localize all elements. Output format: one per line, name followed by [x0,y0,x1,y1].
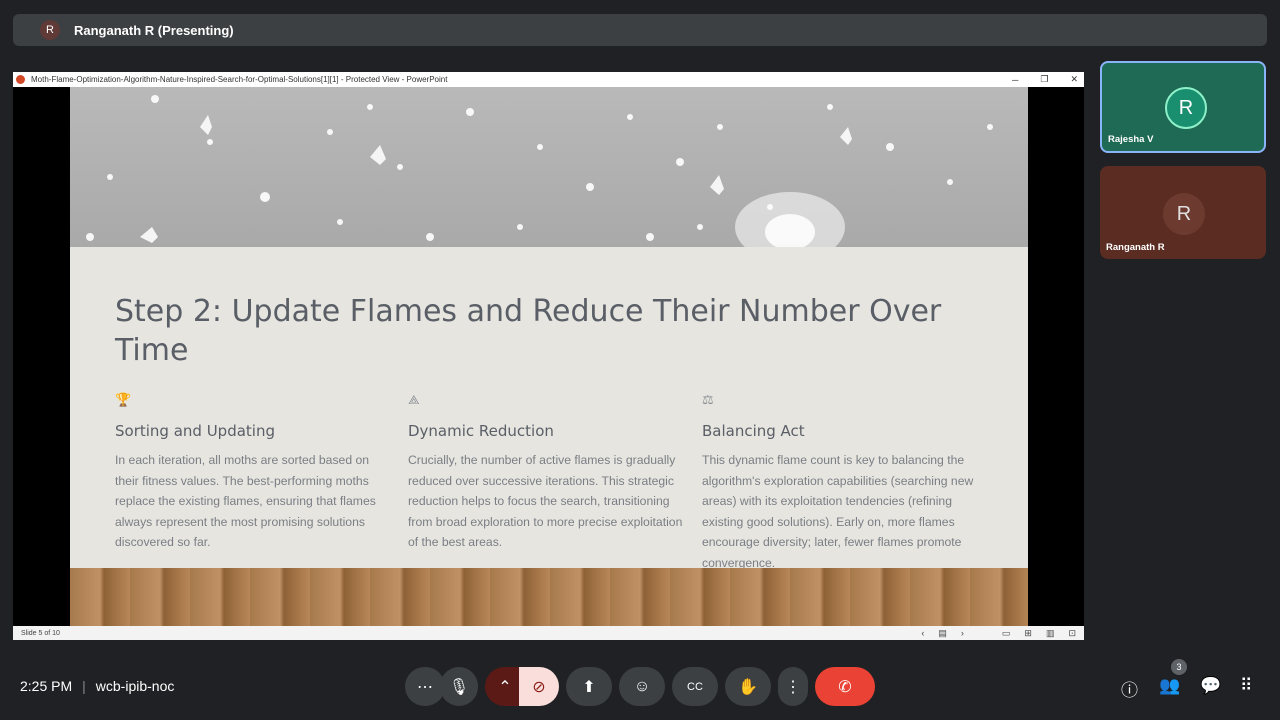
participant-tile[interactable]: R Ranganath R [1100,166,1266,259]
present-button[interactable]: ⬆ [566,667,612,706]
slide-title: Step 2: Update Flames and Reduce Their N… [115,294,942,368]
normal-view-icon[interactable]: ▭ [1002,628,1011,639]
slide-canvas: Step 2: Update Flames and Reduce Their N… [70,87,1028,626]
restore-button[interactable]: ❐ [1040,74,1048,85]
info-icon[interactable]: ⓘ [1121,676,1138,701]
slide-counter: Slide 5 of 10 [21,629,60,637]
more-actions-button[interactable]: ⋯ [405,667,445,706]
column-sorting: 🏆 Sorting and Updating In each iteration… [115,392,395,553]
camera-button[interactable]: ⊘ [519,667,559,706]
close-button[interactable]: ✕ [1070,74,1078,85]
meeting-code: wcb-ipib-noc [95,678,175,694]
people-count-badge: 3 [1171,659,1187,675]
minimize-button[interactable]: ─ [1012,75,1018,85]
meeting-time: 2:25 PM [20,678,73,694]
chat-icon[interactable]: 💬 [1200,676,1221,696]
presenter-avatar: R [40,20,60,40]
captions-button[interactable]: CC [672,667,718,706]
vertical-dots-icon: ⋮ [785,678,801,696]
notes-icon[interactable]: ▤ [938,628,947,639]
raise-hand-button[interactable]: ✋ [725,667,771,706]
next-slide-icon[interactable]: › [961,628,964,638]
slideshow-icon[interactable]: ⊡ [1068,628,1076,639]
people-icon[interactable]: 👥 [1159,676,1180,696]
column-balancing: ⚖ Balancing Act This dynamic flame count… [702,392,982,574]
end-call-icon: ✆ [838,678,852,696]
separator: | [82,678,86,694]
microphone-button[interactable]: 🎙 [440,667,478,706]
meeting-info: 2:25 PM | wcb-ipib-noc [20,678,174,694]
slide-sorter-icon[interactable]: ⊞ [1024,628,1032,639]
trophy-icon: 🏆 [115,392,132,407]
emoji-icon: ☺ [633,677,651,695]
avatar: R [1163,193,1205,235]
slide-header-image [70,87,1028,262]
column-reduction: ⟁ Dynamic Reduction Crucially, the numbe… [408,392,688,553]
column-body: Crucially, the number of active flames i… [408,453,683,550]
present-screen-icon: ⬆ [582,678,596,696]
wood-floor-decoration [70,568,1028,626]
participant-tile[interactable]: R Rajesha V [1100,61,1266,153]
hand-icon: ✋ [738,678,758,696]
moths-decoration [86,95,993,262]
previous-slide-icon[interactable]: ‹ [921,628,924,638]
avatar: R [1165,87,1207,129]
participant-name: Ranganath R [1106,242,1165,253]
microphone-icon: 🎙 [448,678,470,696]
presenting-banner: R Ranganath R (Presenting) [13,14,1267,46]
pyramid-icon: ⟁ [408,392,420,407]
column-heading: Dynamic Reduction [408,422,554,440]
presenter-name: Ranganath R (Presenting) [74,22,234,38]
column-body: This dynamic flame count is key to balan… [702,453,974,570]
column-heading: Balancing Act [702,422,805,440]
column-heading: Sorting and Updating [115,422,275,440]
window-title: Moth-Flame-Optimization-Algorithm-Nature… [31,75,448,84]
powerpoint-status-bar: Slide 5 of 10 ‹ ▤ › ▭ ⊞ ▥ ⊡ [13,626,1084,640]
apps-icon[interactable]: ⠿ [1240,676,1252,696]
powerpoint-icon [16,75,25,84]
more-options-button[interactable]: ⋮ [778,667,808,706]
camera-off-icon: ⊘ [532,678,546,696]
leave-call-button[interactable]: ✆ [815,667,875,706]
reactions-button[interactable]: ☺ [619,667,665,706]
shared-screen-window: Moth-Flame-Optimization-Algorithm-Nature… [13,72,1084,640]
column-body: In each iteration, all moths are sorted … [115,453,376,550]
participant-name: Rajesha V [1108,134,1154,145]
reading-view-icon[interactable]: ▥ [1046,628,1055,639]
scales-icon: ⚖ [702,392,714,407]
captions-icon: CC [687,680,703,693]
window-titlebar: Moth-Flame-Optimization-Algorithm-Nature… [13,72,1084,87]
